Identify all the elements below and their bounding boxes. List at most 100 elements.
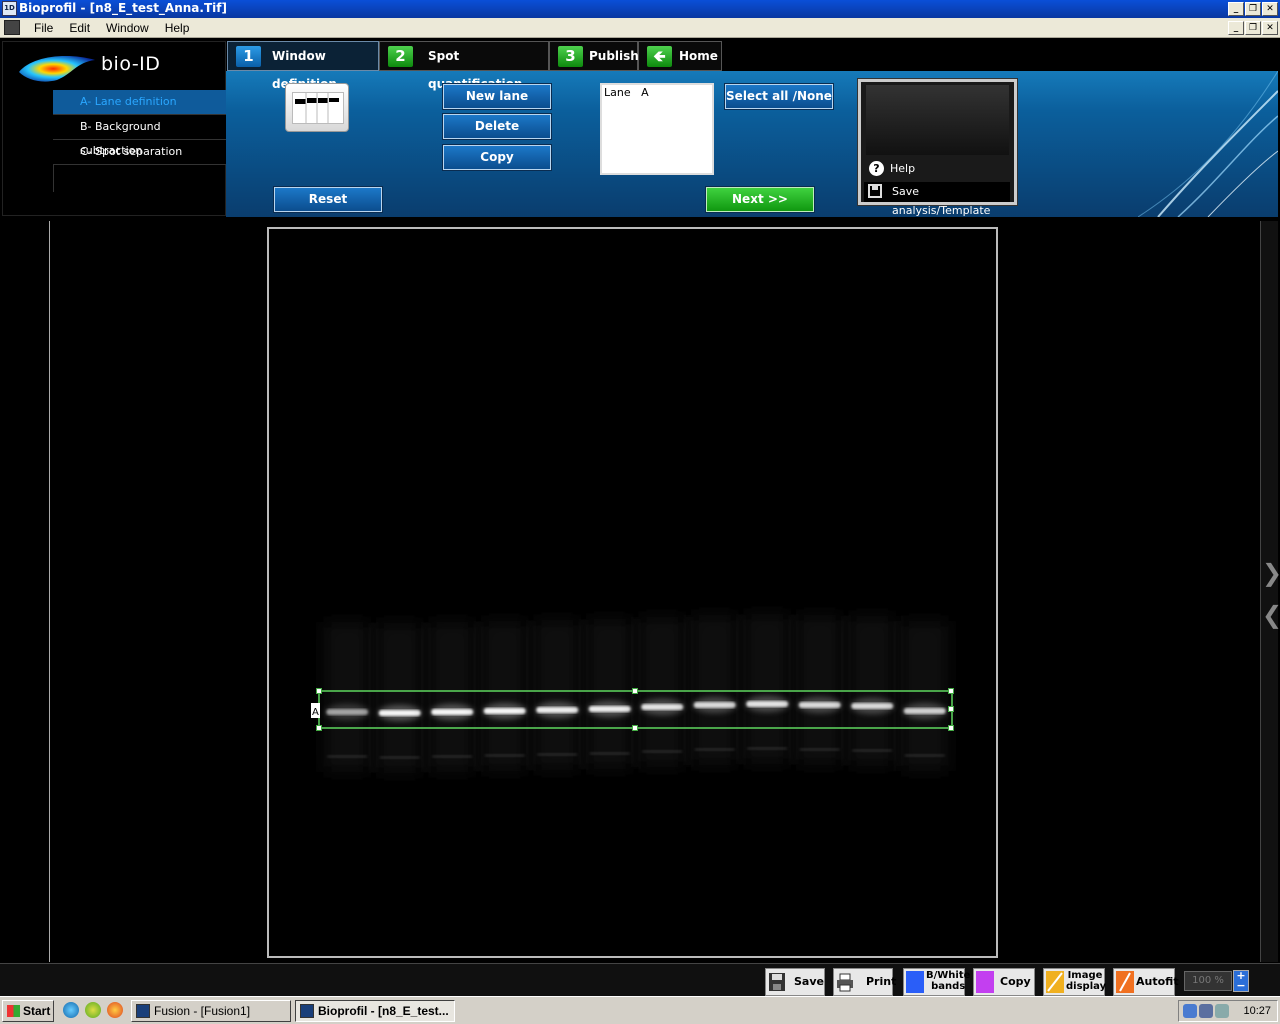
reset-button[interactable]: Reset <box>274 187 382 212</box>
gel-band-faint <box>537 753 578 756</box>
step-spot-separation[interactable]: C- Spot separation <box>53 140 226 165</box>
internet-explorer-icon[interactable] <box>63 1002 79 1018</box>
chevron-left-icon[interactable]: ❮ <box>1262 603 1280 627</box>
document-icon[interactable] <box>4 20 20 35</box>
save-analysis-template-button[interactable]: Save analysis/Template <box>864 182 1010 217</box>
doc-restore-button[interactable]: ❐ <box>1245 21 1261 35</box>
back-arrow-icon: 🡸 <box>647 46 672 67</box>
taskbar-fusion[interactable]: Fusion - [Fusion1] <box>131 1000 291 1022</box>
delete-button[interactable]: Delete <box>443 114 551 139</box>
quicklaunch-app-icon[interactable] <box>85 1002 101 1018</box>
autofit-label: Autofit <box>1136 975 1179 988</box>
system-tray: 10:27 <box>1178 1000 1278 1022</box>
menu-window[interactable]: Window <box>98 21 157 35</box>
windows-logo-icon <box>7 1005 20 1017</box>
minimize-button[interactable]: _ <box>1228 2 1244 16</box>
app-area: bio-ID A- Lane definition B- Background … <box>0 38 1280 996</box>
next-button[interactable]: Next >> <box>706 187 814 212</box>
zoom-level[interactable]: 100 % <box>1184 971 1232 991</box>
gel-image: A <box>269 229 996 956</box>
gel-band-faint <box>379 756 420 759</box>
help-label: Help <box>890 162 916 175</box>
menu-file[interactable]: File <box>26 21 61 35</box>
tab-spot-quantification[interactable]: 2 Spot quantification <box>379 41 549 91</box>
lane-template-button[interactable] <box>285 83 349 132</box>
resize-handle[interactable] <box>316 725 322 731</box>
logo-panel: bio-ID A- Lane definition B- Background … <box>2 41 226 216</box>
network-icon[interactable] <box>1199 1004 1213 1018</box>
image-display-button[interactable]: Image display <box>1043 968 1107 996</box>
copy-label: Copy <box>1000 975 1031 988</box>
app-icon[interactable]: 1D <box>2 1 17 16</box>
resize-handle[interactable] <box>948 725 954 731</box>
close-button[interactable]: ✕ <box>1262 2 1278 16</box>
help-link[interactable]: ? Help <box>869 161 915 177</box>
gel-band <box>798 702 841 708</box>
chevron-right-icon[interactable]: ❯ <box>1262 561 1280 585</box>
fusion-app-icon <box>136 1004 150 1018</box>
image-display-label: Image display <box>1066 970 1107 992</box>
bw-bands-button[interactable]: B/White bands <box>903 968 970 996</box>
help-panel: ? Help Save analysis/Template <box>858 79 1017 217</box>
gel-band-faint <box>484 754 525 757</box>
lane-label: A <box>312 707 319 718</box>
new-lane-button[interactable]: New lane <box>443 84 551 109</box>
autofit-button[interactable]: Autofit <box>1113 968 1179 996</box>
taskbar: Start Fusion - [Fusion1] Bioprofil - [n8… <box>0 996 1280 1024</box>
step-lane-definition[interactable]: A- Lane definition <box>53 90 226 115</box>
tab-number: 1 <box>236 46 261 67</box>
save-button[interactable]: Save <box>765 968 825 996</box>
taskbar-fusion-label: Fusion - [Fusion1] <box>154 1004 251 1018</box>
menu-edit[interactable]: Edit <box>61 21 98 35</box>
copy-image-button[interactable]: Copy <box>973 968 1035 996</box>
help-icon: ? <box>869 161 884 176</box>
window-titlebar: 1D Bioprofil - [n8_E_test_Anna.Tif] _ ❐ … <box>0 0 1280 18</box>
firefox-icon[interactable] <box>107 1002 123 1018</box>
gel-band <box>536 707 579 713</box>
band-halo <box>743 614 791 764</box>
tab-window-definition[interactable]: 1 Window definition <box>227 41 379 91</box>
image-viewer: A <box>51 221 1260 962</box>
gel-band-faint <box>852 749 893 752</box>
start-button[interactable]: Start <box>2 1000 54 1022</box>
menubar: File Edit Window Help _ ❐ ✕ <box>0 18 1280 38</box>
lane-list[interactable]: Lane A <box>600 83 714 175</box>
select-all-none-button[interactable]: Select all /None <box>725 84 833 109</box>
autofit-icon <box>1116 971 1134 993</box>
workflow-tabs: 1 Window definition 2 Spot quantificatio… <box>226 40 1278 91</box>
zoom-out-icon[interactable]: − <box>1234 980 1248 991</box>
band-halo <box>691 615 739 765</box>
copy-lane-button[interactable]: Copy <box>443 145 551 170</box>
bw-bands-label: B/White bands <box>926 970 971 992</box>
tab-publish[interactable]: 3 Publish <box>549 41 639 71</box>
shield-icon[interactable] <box>1183 1004 1197 1018</box>
help-preview <box>866 85 1009 155</box>
doc-minimize-button[interactable]: _ <box>1228 21 1244 35</box>
taskbar-bioprofil[interactable]: Bioprofil - [n8_E_test... <box>295 1000 455 1022</box>
print-label: Print <box>866 975 897 988</box>
restore-button[interactable]: ❐ <box>1245 2 1261 16</box>
bw-bands-icon <box>906 971 924 993</box>
volume-icon[interactable] <box>1215 1004 1229 1018</box>
step-background-subtraction[interactable]: B- Background subtraction <box>53 115 226 157</box>
print-button[interactable]: Print <box>833 968 897 996</box>
bottom-toolbar: Save Print B/White bands Copy Image disp… <box>0 963 1280 996</box>
doc-close-button[interactable]: ✕ <box>1262 21 1278 35</box>
gel-band <box>851 703 894 709</box>
gel-band <box>693 702 736 708</box>
gel-band-faint <box>642 750 683 753</box>
menu-help[interactable]: Help <box>157 21 198 35</box>
tab-number: 3 <box>558 46 583 67</box>
resize-handle[interactable] <box>632 688 638 694</box>
copy-icon <box>976 971 994 993</box>
tab-label: Home <box>679 49 718 63</box>
resize-handle[interactable] <box>316 688 322 694</box>
gel-band <box>746 701 789 707</box>
lane-list-item[interactable]: Lane A <box>604 86 710 99</box>
band-halo <box>796 615 844 765</box>
resize-handle[interactable] <box>948 706 954 712</box>
zoom-stepper[interactable]: + − <box>1233 970 1249 992</box>
resize-handle[interactable] <box>948 688 954 694</box>
resize-handle[interactable] <box>632 725 638 731</box>
tab-home[interactable]: 🡸 Home <box>638 41 722 71</box>
